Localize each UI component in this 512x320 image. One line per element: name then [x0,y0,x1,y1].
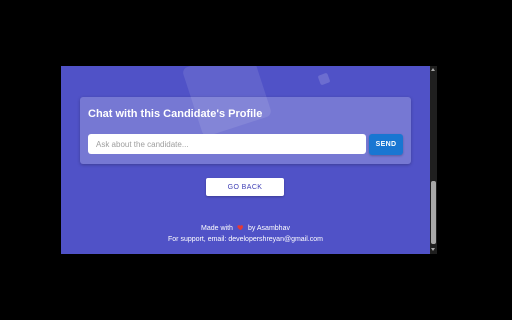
vertical-scrollbar[interactable] [430,66,437,254]
footer-made-with-line: Made with by Asambhav [61,223,430,234]
footer: Made with by Asambhav For support, email:… [61,223,430,245]
decorative-square-small [317,72,331,86]
send-button[interactable]: SEND [369,134,403,155]
chat-card-title: Chat with this Candidate's Profile [88,108,263,120]
scroll-down-arrow-icon[interactable] [431,248,435,251]
scroll-up-arrow-icon[interactable] [431,68,435,71]
page-viewport: Chat with this Candidate's Profile SEND … [61,66,430,254]
scrollbar-thumb[interactable] [431,181,436,244]
footer-made-with-prefix: Made with [201,225,233,232]
chat-card: Chat with this Candidate's Profile SEND [80,97,411,164]
footer-support-text: For support, email: developershreyan@gma… [168,236,323,243]
chat-input[interactable] [88,134,366,154]
footer-made-with-suffix: by Asambhav [247,225,290,232]
heart-icon [237,225,243,231]
go-back-button[interactable]: GO BACK [206,178,284,196]
